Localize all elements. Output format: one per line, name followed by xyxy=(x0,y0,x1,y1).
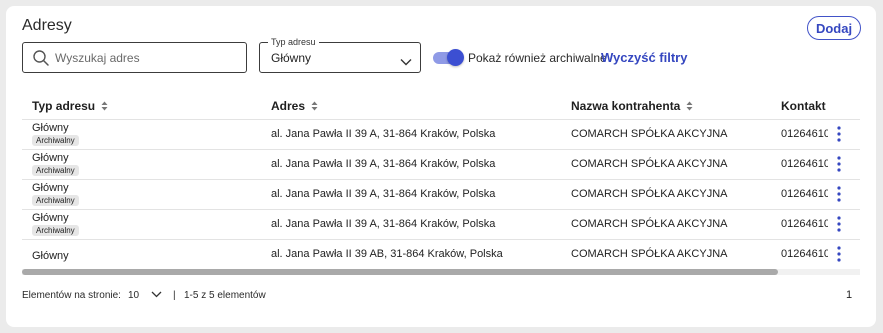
archived-badge: Archiwalny xyxy=(32,135,79,146)
archive-toggle[interactable] xyxy=(433,49,464,66)
row-company: COMARCH SPÓŁKA AKCYJNA xyxy=(571,218,728,230)
addresses-panel: Adresy Dodaj Typ adresu Główny Pokaż rów… xyxy=(6,6,876,327)
row-address: al. Jana Pawła II 39 AB, 31-864 Kraków, … xyxy=(271,248,503,260)
address-type-label: Typ adresu xyxy=(268,37,319,47)
more-options-icon[interactable] xyxy=(834,244,844,264)
row-address: al. Jana Pawła II 39 A, 31-864 Kraków, P… xyxy=(271,158,496,170)
row-type: Główny xyxy=(32,182,69,194)
sort-icon xyxy=(311,101,318,111)
sort-icon xyxy=(101,101,108,111)
chevron-down-icon xyxy=(400,53,412,71)
archived-badge: Archiwalny xyxy=(32,165,79,176)
search-input[interactable] xyxy=(55,50,235,65)
table-row[interactable]: Główny Archiwalny al. Jana Pawła II 39 A… xyxy=(22,120,860,150)
pager-separator: | xyxy=(173,290,176,301)
row-type: Główny xyxy=(32,122,69,134)
chevron-down-icon xyxy=(151,290,162,301)
more-options-icon[interactable] xyxy=(834,124,844,144)
table-row[interactable]: Główny Archiwalny al. Jana Pawła II 39 A… xyxy=(22,180,860,210)
per-page-label: Elementów na stronie: xyxy=(22,290,121,301)
row-company: COMARCH SPÓŁKA AKCYJNA xyxy=(571,158,728,170)
archived-badge: Archiwalny xyxy=(32,225,79,236)
archived-badge: Archiwalny xyxy=(32,195,79,206)
table-row[interactable]: Główny Archiwalny al. Jana Pawła II 39 A… xyxy=(22,150,860,180)
archive-toggle-label: Pokaż również archiwalne xyxy=(468,51,607,65)
row-type: Główny xyxy=(32,212,69,224)
toggle-knob xyxy=(447,49,464,66)
more-options-icon[interactable] xyxy=(834,214,844,234)
column-header-company[interactable]: Nazwa kontrahenta xyxy=(571,99,693,113)
page-title: Adresy xyxy=(22,17,72,34)
row-contact: 012646100 xyxy=(781,158,828,170)
clear-filters-link[interactable]: Wyczyść filtry xyxy=(601,50,687,65)
scrollbar-thumb[interactable] xyxy=(22,269,778,275)
pager-range: 1-5 z 5 elementów xyxy=(184,290,266,301)
table-row[interactable]: Główny Archiwalny al. Jana Pawła II 39 A… xyxy=(22,210,860,240)
row-address: al. Jana Pawła II 39 A, 31-864 Kraków, P… xyxy=(271,128,496,140)
row-company: COMARCH SPÓŁKA AKCYJNA xyxy=(571,128,728,140)
row-type: Główny xyxy=(32,152,69,164)
row-company: COMARCH SPÓŁKA AKCYJNA xyxy=(571,248,728,260)
search-field[interactable] xyxy=(22,42,247,73)
address-type-value: Główny xyxy=(271,51,312,65)
search-icon xyxy=(28,45,54,71)
more-options-icon[interactable] xyxy=(834,184,844,204)
current-page[interactable]: 1 xyxy=(846,289,852,301)
row-company: COMARCH SPÓŁKA AKCYJNA xyxy=(571,188,728,200)
more-options-icon[interactable] xyxy=(834,154,844,174)
row-address: al. Jana Pawła II 39 A, 31-864 Kraków, P… xyxy=(271,218,496,230)
column-header-address[interactable]: Adres xyxy=(271,99,318,113)
row-contact: 012646100 xyxy=(781,248,828,260)
address-type-select[interactable]: Typ adresu Główny xyxy=(259,37,421,73)
per-page-value: 10 xyxy=(128,290,140,301)
per-page-select[interactable]: 10 xyxy=(128,290,162,301)
table-row[interactable]: Główny al. Jana Pawła II 39 AB, 31-864 K… xyxy=(22,240,860,270)
row-type: Główny xyxy=(32,250,69,262)
row-address: al. Jana Pawła II 39 A, 31-864 Kraków, P… xyxy=(271,188,496,200)
row-contact: 012646100 xyxy=(781,218,828,230)
sort-icon xyxy=(686,101,693,111)
row-contact: 012646100 xyxy=(781,128,828,140)
horizontal-scrollbar[interactable] xyxy=(22,269,860,275)
add-button[interactable]: Dodaj xyxy=(807,16,861,40)
column-header-contact[interactable]: Kontakt xyxy=(781,99,826,113)
column-header-type[interactable]: Typ adresu xyxy=(32,99,108,113)
row-contact: 012646100 xyxy=(781,188,828,200)
table-header: Typ adresu Adres Nazwa kontrahenta Konta… xyxy=(22,94,860,120)
